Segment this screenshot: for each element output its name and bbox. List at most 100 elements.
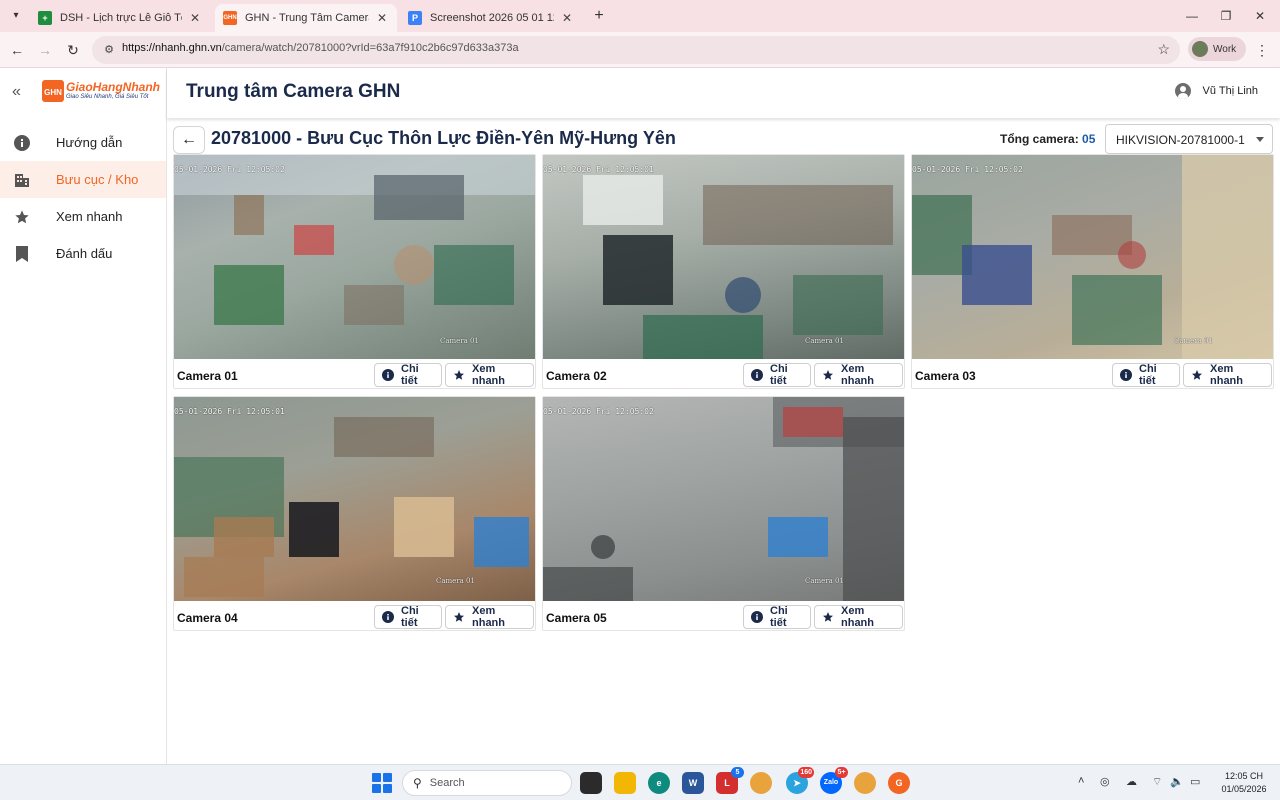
sidebar-item-bookmark[interactable]: Đánh dấu: [0, 235, 166, 272]
telegram-icon[interactable]: ➤ 160: [786, 767, 814, 794]
more-options-icon[interactable]: ⋮: [1254, 39, 1270, 61]
quick-view-button-label: Xem nhanh: [841, 363, 874, 387]
quick-view-button[interactable]: Xem nhanh: [445, 605, 534, 629]
detail-button-label: Chi tiết: [770, 605, 788, 629]
camera-watermark: Camera 01: [805, 337, 844, 345]
detail-button[interactable]: Chi tiết: [374, 605, 442, 629]
reload-icon[interactable]: ↻: [62, 39, 84, 61]
camera-feed[interactable]: 05-01-2026 Fri 12:05:02 Camera 01: [543, 397, 904, 601]
address-bar[interactable]: ⚙ https://nhanh.ghn.vn/camera/watch/2078…: [92, 36, 1180, 64]
camera-card: 05-01-2026 Fri 12:05:02 Camera 01 Camera…: [542, 396, 905, 631]
browser-tab-sheets[interactable]: + DSH - Lịch trực Lễ Giỗ Tổ, 30/04 ✕: [30, 4, 210, 32]
camera-watermark: Camera 01: [1174, 337, 1213, 345]
info-icon: [751, 611, 763, 623]
forward-arrow-icon[interactable]: →: [34, 39, 56, 61]
profile-button[interactable]: Work: [1188, 37, 1246, 61]
taskbar-search-label: Search: [429, 777, 465, 789]
close-icon[interactable]: ✕: [560, 11, 574, 25]
new-tab-button[interactable]: +: [590, 6, 608, 26]
back-arrow-icon[interactable]: ←: [6, 39, 28, 61]
taskbar-search[interactable]: ⚲ Search: [402, 770, 572, 796]
sidebar-item-label: Hướng dẫn: [56, 135, 123, 150]
ghn-logo[interactable]: GHN GiaoHangNhanh Giao Siêu Nhanh, Giá S…: [42, 80, 160, 104]
edge-icon[interactable]: e: [648, 772, 670, 794]
camera-feed[interactable]: 05-01-2026 Fri 12:05:02 Camera 01: [912, 155, 1273, 359]
logo-slogan: Giao Siêu Nhanh, Giá Siêu Tốt: [66, 94, 149, 100]
chrome-profile-icon[interactable]: [854, 772, 876, 794]
quick-view-button[interactable]: Xem nhanh: [814, 363, 903, 387]
detail-button[interactable]: Chi tiết: [743, 363, 811, 387]
chrome-icon[interactable]: [750, 772, 772, 794]
task-view-icon[interactable]: [580, 772, 602, 794]
lark-icon[interactable]: L5: [716, 767, 744, 794]
user-name: Vũ Thị Linh: [1202, 85, 1258, 97]
detail-button[interactable]: Chi tiết: [1112, 363, 1180, 387]
zalo-icon[interactable]: Zalo 5+: [820, 767, 848, 794]
camera-watermark: Camera 01: [805, 577, 844, 585]
detail-button-label: Chi tiết: [401, 605, 419, 629]
camera-feed-image: [174, 417, 529, 597]
quick-view-button[interactable]: Xem nhanh: [445, 363, 534, 387]
tab-title: Screenshot 2026 05 01 120442: [430, 12, 554, 24]
camera-feed[interactable]: 05-01-2026 Fri 12:05:01 Camera 01: [543, 155, 904, 359]
star-icon: [822, 369, 834, 381]
sidebar-item-label: Đánh dấu: [56, 246, 113, 261]
quick-view-button-label: Xem nhanh: [1210, 363, 1243, 387]
security-icon[interactable]: ◎: [1100, 775, 1110, 788]
info-icon: [382, 611, 394, 623]
back-button[interactable]: ←: [173, 126, 205, 154]
camera-feed[interactable]: 05-01-2026 Fri 12:05:02 Camera 01: [174, 155, 535, 359]
camera-timestamp: 05-01-2026 Fri 12:05:02: [912, 165, 1023, 174]
collapse-sidebar-icon[interactable]: «: [12, 82, 32, 102]
detail-button[interactable]: Chi tiết: [743, 605, 811, 629]
detail-button[interactable]: Chi tiết: [374, 363, 442, 387]
minimize-icon[interactable]: —: [1182, 6, 1202, 26]
word-icon[interactable]: W: [682, 772, 704, 794]
user-avatar-icon: [1174, 83, 1191, 99]
system-clock[interactable]: 12:05 CH 01/05/2026: [1216, 770, 1272, 796]
close-icon[interactable]: ✕: [375, 11, 389, 25]
cloud-icon[interactable]: ☁: [1126, 775, 1137, 788]
search-icon: ⚲: [413, 776, 422, 790]
windows-start-icon[interactable]: [372, 773, 392, 793]
user-menu[interactable]: Vũ Thị Linh: [1174, 83, 1258, 99]
sidebar-item-post-office[interactable]: Bưu cục / Kho: [0, 161, 166, 198]
camera-feed-image: [543, 397, 904, 601]
quick-view-button-label: Xem nhanh: [472, 363, 505, 387]
ghn-icon: GHN: [223, 11, 237, 25]
browser-tab-screenshot[interactable]: P Screenshot 2026 05 01 120442 ✕: [400, 4, 582, 32]
camera-timestamp: 05-01-2026 Fri 12:05:02: [174, 165, 285, 174]
camera-watermark: Camera 01: [436, 577, 475, 585]
page-title: Trung tâm Camera GHN: [186, 81, 401, 102]
quick-view-button[interactable]: Xem nhanh: [1183, 363, 1272, 387]
camera-feed-image: [174, 155, 535, 325]
quick-view-button[interactable]: Xem nhanh: [814, 605, 903, 629]
sidebar-item-guide[interactable]: Hướng dẫn: [0, 124, 166, 161]
volume-icon[interactable]: 🔈: [1170, 775, 1184, 788]
close-window-icon[interactable]: ✕: [1250, 6, 1270, 26]
close-icon[interactable]: ✕: [188, 11, 202, 25]
file-explorer-icon[interactable]: [614, 772, 636, 794]
station-title: 20781000 - Bưu Cục Thôn Lực Điền-Yên Mỹ-…: [211, 128, 676, 148]
detail-button-label: Chi tiết: [401, 363, 419, 387]
quick-view-button-label: Xem nhanh: [472, 605, 505, 629]
sidebar-item-label: Bưu cục / Kho: [56, 172, 139, 187]
battery-icon[interactable]: ▭: [1190, 775, 1200, 788]
camera-timestamp: 05-01-2026 Fri 12:05:02: [543, 407, 654, 416]
site-settings-icon[interactable]: ⚙: [100, 41, 118, 59]
browser-tab-ghn[interactable]: GHN GHN - Trung Tâm Camera ✕: [215, 4, 397, 32]
tab-search-icon[interactable]: ▾: [6, 6, 26, 26]
device-select[interactable]: HIKVISION-20781000-1: [1105, 124, 1273, 154]
ghn-app-icon[interactable]: G: [888, 772, 910, 794]
camera-feed-image: [583, 175, 893, 359]
sidebar-item-quick-view[interactable]: Xem nhanh: [0, 198, 166, 235]
camera-feed[interactable]: 05-01-2026 Fri 12:05:01 Camera 01: [174, 397, 535, 601]
profile-avatar: [1192, 41, 1208, 57]
restore-icon[interactable]: ❐: [1216, 6, 1236, 26]
bookmark-star-icon[interactable]: ☆: [1157, 41, 1170, 58]
wifi-icon[interactable]: ⌔: [1152, 775, 1162, 789]
url-text[interactable]: https://nhanh.ghn.vn/camera/watch/207810…: [122, 42, 519, 54]
logo-name: GiaoHangNhanh: [66, 80, 161, 94]
chevron-up-icon[interactable]: ˄: [1078, 775, 1084, 787]
sheets-icon: +: [38, 11, 52, 25]
